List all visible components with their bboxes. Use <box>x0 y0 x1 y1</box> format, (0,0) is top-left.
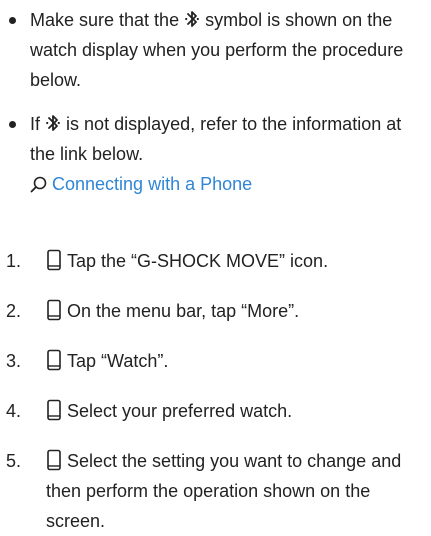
phone-icon <box>47 399 61 421</box>
link-text[interactable]: Connecting with a Phone <box>52 174 252 194</box>
bullet-text-after: is not displayed, refer to the informati… <box>30 114 402 164</box>
step-number: 2. <box>6 301 22 321</box>
step-4: 4. Select your preferred watch. <box>0 396 431 426</box>
bullet-text-before: If <box>30 114 41 134</box>
procedure-steps: 1. Tap the “G-SHOCK MOVE” icon. 2. On th… <box>0 246 431 536</box>
step-number: 4. <box>6 401 22 421</box>
bullet-item-bluetooth-shown: Make sure that the symbol is shown on th… <box>0 5 431 95</box>
step-text: On the menu bar, tap “More”. <box>67 301 300 321</box>
step-number: 1. <box>6 251 22 271</box>
step-number: 3. <box>6 351 22 371</box>
step-1: 1. Tap the “G-SHOCK MOVE” icon. <box>0 246 431 276</box>
step-text: Tap “Watch”. <box>67 351 169 371</box>
phone-icon <box>47 349 61 371</box>
step-text: Select your preferred watch. <box>67 401 293 421</box>
note-bullets: Make sure that the symbol is shown on th… <box>0 0 431 199</box>
bullet-dot <box>9 17 16 24</box>
bullet-item-bluetooth-missing: If is not displayed, refer to the inform… <box>0 109 431 199</box>
connecting-with-phone-link[interactable]: Connecting with a Phone <box>30 169 423 199</box>
phone-icon <box>47 249 61 271</box>
step-5: 5. Select the setting you want to change… <box>0 446 431 536</box>
bluetooth-icon <box>46 115 60 131</box>
step-2: 2. On the menu bar, tap “More”. <box>0 296 431 326</box>
bluetooth-icon <box>185 11 200 27</box>
bullet-dot <box>9 121 16 128</box>
step-text: Select the setting you want to change an… <box>46 451 402 531</box>
step-3: 3. Tap “Watch”. <box>0 346 431 376</box>
phone-icon <box>47 299 61 321</box>
phone-icon <box>47 449 61 471</box>
search-icon <box>30 176 47 193</box>
step-number: 5. <box>6 451 22 471</box>
step-text: Tap the “G-SHOCK MOVE” icon. <box>67 251 329 271</box>
bullet-text-before: Make sure that the <box>30 10 180 30</box>
